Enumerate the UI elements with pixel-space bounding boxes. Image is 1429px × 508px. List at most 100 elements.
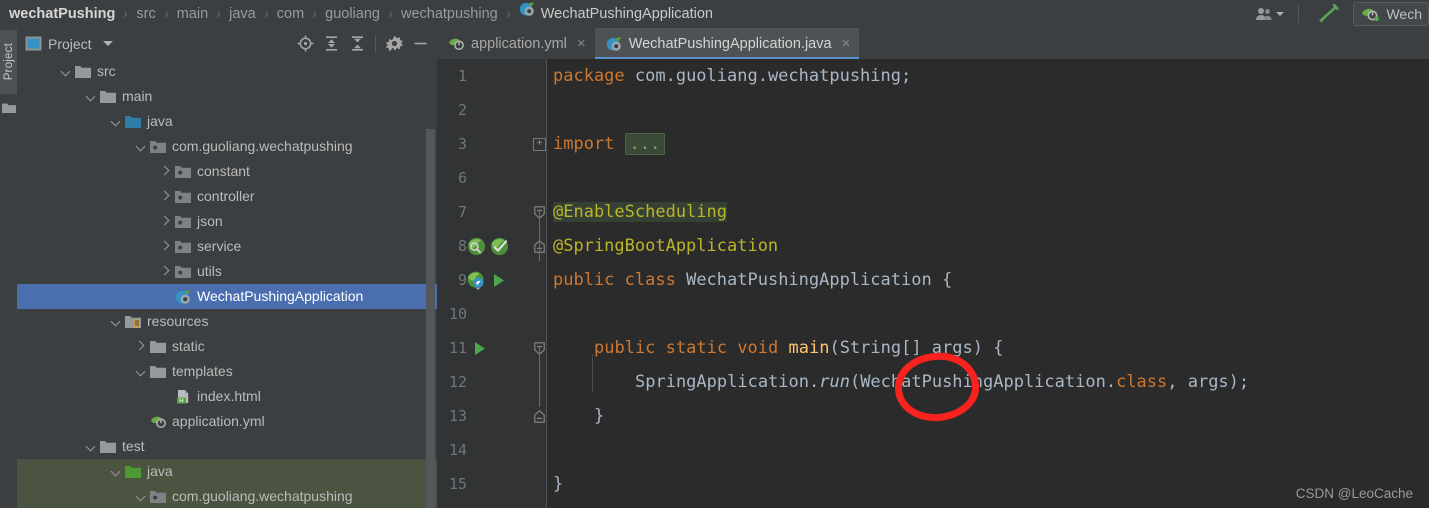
project-tree[interactable]: src main java com.guoliang.wechatpushing con… xyxy=(17,59,437,508)
spring-leaf-icon xyxy=(1362,8,1380,22)
breadcrumb-item-main[interactable]: main xyxy=(176,0,209,28)
tree-node-label: test xyxy=(122,438,145,454)
tree-node-constant[interactable]: constant xyxy=(17,159,437,184)
tree-node-static[interactable]: static xyxy=(17,334,437,359)
spring-boot-class-icon xyxy=(519,2,534,16)
breadcrumb: wechatPushing › src › main › java › com › guoliang… xyxy=(0,0,714,28)
chevron-down-icon[interactable] xyxy=(84,440,97,453)
spring-boot-class-icon xyxy=(519,0,536,27)
chevron-down-icon[interactable] xyxy=(102,41,113,46)
code-token: @EnableScheduling xyxy=(553,202,727,222)
project-panel-title: Project xyxy=(48,35,92,52)
hide-panel-icon[interactable] xyxy=(407,31,433,57)
tree-node-service[interactable]: service xyxy=(17,234,437,259)
chevron-right-icon[interactable] xyxy=(159,240,172,253)
chevron-right-icon[interactable] xyxy=(159,190,172,203)
tool-window-tab-project[interactable]: Project xyxy=(0,30,17,94)
tree-node-controller[interactable]: controller xyxy=(17,184,437,209)
tree-node-com-guoliang-wechatpushing[interactable]: com.guoliang.wechatpushing xyxy=(17,134,437,159)
chevron-down-icon[interactable] xyxy=(84,90,97,103)
tree-node-templates[interactable]: templates xyxy=(17,359,437,384)
gutter-icons[interactable] xyxy=(467,271,511,290)
expand-all-icon[interactable] xyxy=(318,31,344,57)
line-number: 15 xyxy=(448,475,467,493)
run-triangle-icon[interactable] xyxy=(490,271,507,290)
chevron-down-icon[interactable] xyxy=(134,490,147,503)
breadcrumb-label: wechatPushing xyxy=(9,6,116,22)
gutter-line: 2 xyxy=(437,93,547,127)
run-configuration-selector[interactable]: Wech xyxy=(1353,2,1429,26)
collapse-all-icon[interactable] xyxy=(344,31,370,57)
tree-node-src[interactable]: src xyxy=(17,59,437,84)
code-token: static xyxy=(665,338,738,358)
code-token: (WechatPushingApplication. xyxy=(849,372,1117,392)
close-icon[interactable]: × xyxy=(842,36,851,51)
tree-node-label: json xyxy=(197,213,223,229)
build-hammer-icon[interactable] xyxy=(1309,3,1345,25)
breadcrumb-item-com[interactable]: com xyxy=(276,0,305,28)
breadcrumb-item-wechatpushingapplication[interactable]: WechatPushingApplication xyxy=(518,0,714,28)
chevron-right-icon[interactable] xyxy=(159,265,172,278)
code-line: } xyxy=(547,467,563,501)
editor-tab-wechatpushingapplication-java[interactable]: WechatPushingApplication.java × xyxy=(594,28,860,59)
tree-node-java[interactable]: java xyxy=(17,109,437,134)
gutter-line: 6 xyxy=(437,161,547,195)
tree-node-json[interactable]: json xyxy=(17,209,437,234)
resources-folder-icon xyxy=(125,315,141,328)
chevron-down-icon[interactable] xyxy=(134,140,147,153)
line-number: 14 xyxy=(448,441,467,459)
tree-node-wechatpushingapplication[interactable]: WechatPushingApplication xyxy=(17,284,437,309)
breadcrumb-separator: › xyxy=(164,5,169,22)
code-token: void xyxy=(737,338,789,358)
spring-bean-icon[interactable] xyxy=(467,271,486,290)
spring-check-icon[interactable] xyxy=(490,237,509,256)
breadcrumb-item-src[interactable]: src xyxy=(135,0,156,28)
breadcrumb-item-wechatpushing[interactable]: wechatpushing xyxy=(400,0,499,28)
tree-node-utils[interactable]: utils xyxy=(17,259,437,284)
chevron-right-icon[interactable] xyxy=(134,340,147,353)
folder-icon xyxy=(100,90,116,103)
folder-resources-icon xyxy=(125,314,142,330)
tree-node-java[interactable]: java xyxy=(17,459,437,484)
people-icon[interactable] xyxy=(1251,7,1288,21)
spring-search-icon[interactable] xyxy=(467,237,486,256)
chevron-right-icon[interactable] xyxy=(159,165,172,178)
breadcrumb-item-wechatpushing[interactable]: wechatPushing xyxy=(8,0,116,28)
breadcrumb-item-guoliang[interactable]: guoliang xyxy=(324,0,381,28)
run-triangle-icon[interactable] xyxy=(471,339,488,358)
spring-check-icon xyxy=(490,237,509,255)
package-icon xyxy=(175,215,191,228)
locate-in-tree-icon[interactable] xyxy=(292,31,318,57)
project-tree-scrollbar[interactable] xyxy=(426,129,435,508)
project-window-icon xyxy=(25,36,42,51)
gutter-icons[interactable] xyxy=(471,339,492,358)
editor-tab-application-yml[interactable]: application.yml × xyxy=(437,28,595,59)
code-token: package xyxy=(553,66,635,86)
chevron-right-icon[interactable] xyxy=(159,215,172,228)
toolbar-divider xyxy=(375,35,376,52)
chevron-down-icon[interactable] xyxy=(59,65,72,78)
gutter-line: 12 xyxy=(437,365,547,399)
code-editor[interactable]: 1 2 +3 6 7 8 9 10 11 12 13 14 15 package com.guolian… xyxy=(437,59,1429,508)
close-icon[interactable]: × xyxy=(577,36,586,51)
editor-gutter[interactable]: 1 2 +3 6 7 8 9 10 11 12 13 14 15 xyxy=(437,59,547,508)
tree-node-index-html[interactable]: Hindex.html xyxy=(17,384,437,409)
chevron-down-icon[interactable] xyxy=(109,315,122,328)
chevron-down-icon[interactable] xyxy=(134,365,147,378)
editor-area: application.yml × WechatPushingApplication… xyxy=(437,28,1429,508)
code-token: main xyxy=(788,338,830,358)
gutter-icons[interactable] xyxy=(467,237,513,256)
code-token: SpringApplication. xyxy=(635,372,820,392)
tree-node-test[interactable]: test xyxy=(17,434,437,459)
chevron-down-icon[interactable] xyxy=(109,465,122,478)
settings-gear-icon[interactable] xyxy=(381,31,407,57)
breadcrumb-label: guoliang xyxy=(325,6,380,22)
breadcrumb-item-java[interactable]: java xyxy=(228,0,257,28)
folder-source-blue-icon xyxy=(125,114,142,130)
tree-node-main[interactable]: main xyxy=(17,84,437,109)
code-line: public static void main (String[] args) { xyxy=(547,331,1003,365)
tree-node-resources[interactable]: resources xyxy=(17,309,437,334)
tree-node-application-yml[interactable]: application.yml xyxy=(17,409,437,434)
chevron-down-icon[interactable] xyxy=(109,115,122,128)
tree-node-com-guoliang-wechatpushing[interactable]: com.guoliang.wechatpushing xyxy=(17,484,437,508)
